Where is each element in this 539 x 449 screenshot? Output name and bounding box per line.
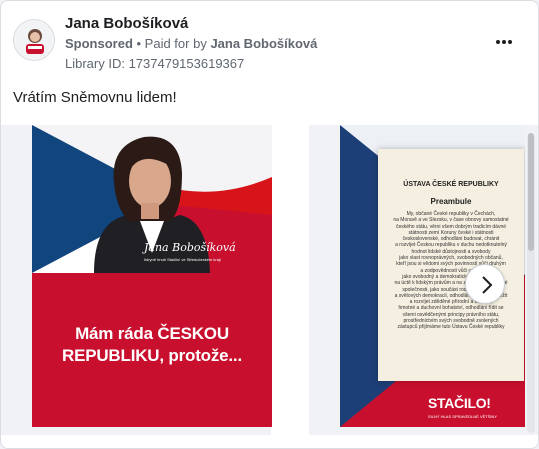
stacilo-logo: STAČILO! [428, 395, 491, 411]
scrollbar-thumb[interactable] [528, 133, 534, 251]
document-title: ÚSTAVA ČESKÉ REPUBLIKY [403, 181, 499, 188]
ad-header: Jana Bobošíková Sponsored • Paid for by … [13, 13, 526, 73]
ad-primary-text: Vrátím Sněmovnu lidem! [13, 89, 177, 106]
doc-line: českého státu, věrni všem dobrým tradicí… [395, 223, 507, 230]
page-name[interactable]: Jana Bobošíková [65, 15, 188, 32]
doc-line: na Moravě a ve Slezsku, v čase obnovy sa… [393, 217, 509, 224]
headline-line-1: Mám ráda ČESKOU [75, 324, 229, 343]
doc-line: zástupců přijímáme tuto Ústavu České rep… [397, 324, 505, 331]
headline-line-2: REPUBLIKU, protože... [62, 346, 242, 365]
slide-headline: Mám ráda ČESKOU REPUBLIKU, protože... [32, 323, 272, 367]
candidate-photo: Jana Bobošíková lídryně hnutí Stačilo! v… [32, 125, 272, 273]
candidate-signature: Jana Bobošíková [144, 241, 236, 254]
candidate-caption: lídryně hnutí Stačilo! ve Středočeském k… [144, 257, 221, 262]
more-horizontal-icon[interactable] [496, 31, 516, 44]
paid-for-name[interactable]: Jana Bobošíková [210, 36, 317, 51]
doc-line: a rozvíjet Českou republiku v duchu nedo… [395, 242, 507, 249]
paid-for-prefix: • Paid for by [132, 36, 211, 51]
sponsored-line: Sponsored • Paid for by Jana Bobošíková [65, 36, 317, 51]
doc-line: hmotné a duchovní bohatství, odhodláni ř… [398, 305, 504, 312]
ad-card: Jana Bobošíková Sponsored • Paid for by … [0, 0, 539, 449]
document-subtitle: Preambule [430, 197, 472, 206]
chevron-right-icon [482, 276, 493, 294]
avatar[interactable] [13, 19, 55, 61]
avatar-image [14, 20, 54, 60]
sponsored-label: Sponsored [65, 36, 133, 51]
scrollbar[interactable] [527, 133, 535, 433]
carousel-slide-1[interactable]: Jana Bobošíková lídryně hnutí Stačilo! v… [1, 125, 272, 435]
headline-panel: Mám ráda ČESKOU REPUBLIKU, protože... [32, 273, 272, 427]
ad-carousel: Jana Bobošíková lídryně hnutí Stačilo! v… [1, 119, 538, 441]
library-id: Library ID: 1737479153619367 [65, 56, 245, 71]
stacilo-tagline: SILNÝ HLAS SPRAVEDLNÉ VĚTŠINY [428, 414, 498, 419]
carousel-next-button[interactable] [465, 264, 505, 304]
